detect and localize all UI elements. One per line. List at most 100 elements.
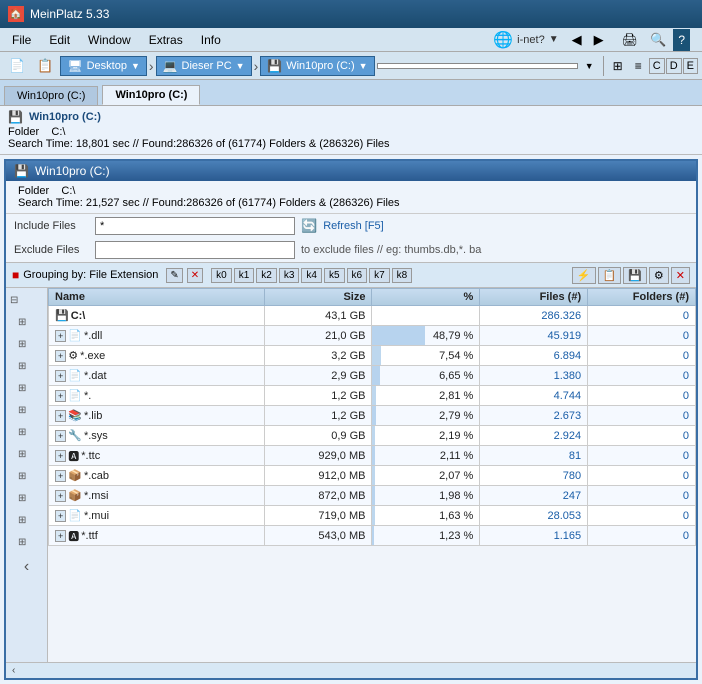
num-k1[interactable]: k1 <box>234 268 255 283</box>
toolbar-icon1[interactable]: 📄 <box>4 55 30 77</box>
num-k8[interactable]: k8 <box>392 268 413 283</box>
tab-1[interactable]: Win10pro (C:) <box>4 86 98 105</box>
menu-edit[interactable]: Edit <box>41 31 78 49</box>
num-k4[interactable]: k4 <box>301 268 322 283</box>
refresh-button[interactable]: Refresh [F5] <box>323 220 384 232</box>
left-pane-scroll-left[interactable]: ‹ <box>6 554 47 580</box>
grouping-clear-btn[interactable]: ✕ <box>187 268 203 283</box>
tree-expand-3[interactable]: ⊞ <box>18 361 26 372</box>
tree-expand-1[interactable]: ⊞ <box>18 317 26 328</box>
cell-files: 247 <box>480 486 588 506</box>
bottom-scrollbar[interactable]: ‹ <box>6 662 696 678</box>
tree-expand-5[interactable]: ⊞ <box>18 405 26 416</box>
menu-info[interactable]: Info <box>193 31 229 49</box>
table-row[interactable]: +📦*.cab912,0 MB2,07 %7800 <box>49 466 696 486</box>
table-row[interactable]: +📄*.mui719,0 MB1,63 %28.0530 <box>49 506 696 526</box>
drive-c-label[interactable]: C <box>649 58 665 74</box>
toolbar-zoom[interactable]: 🔍 <box>645 29 671 51</box>
menu-extras[interactable]: Extras <box>141 31 191 49</box>
view-btn1[interactable]: ⊞ <box>608 56 628 76</box>
tree-expand-4[interactable]: ⊞ <box>18 383 26 394</box>
cell-files: 2.673 <box>480 406 588 426</box>
menu-file[interactable]: File <box>4 31 39 49</box>
num-k6[interactable]: k6 <box>347 268 368 283</box>
cell-size: 21,0 GB <box>264 326 372 346</box>
col-files[interactable]: Files (#) <box>480 289 588 306</box>
table-row[interactable]: +📦*.msi872,0 MB1,98 %2470 <box>49 486 696 506</box>
exclude-input[interactable] <box>95 241 295 259</box>
num-k2[interactable]: k2 <box>256 268 277 283</box>
table-row[interactable]: +📄*.dll21,0 GB48,79 %45.9190 <box>49 326 696 346</box>
table-row[interactable]: +📄*.1,2 GB2,81 %4.7440 <box>49 386 696 406</box>
toolbar-back[interactable]: ◀ <box>567 29 587 51</box>
toolbar-forward[interactable]: ▶ <box>589 29 609 51</box>
dieser-pc-arrow: ▼ <box>236 61 245 71</box>
cell-files: 780 <box>480 466 588 486</box>
action-btn-2[interactable]: 📋 <box>598 267 622 284</box>
num-k5[interactable]: k5 <box>324 268 345 283</box>
tree-expand-10[interactable]: ⊞ <box>18 515 26 526</box>
table-row[interactable]: +⚙*.exe3,2 GB7,54 %6.8940 <box>49 346 696 366</box>
tree-expand-6[interactable]: ⊞ <box>18 427 26 438</box>
table-row[interactable]: +📚*.lib1,2 GB2,79 %2.6730 <box>49 406 696 426</box>
inet-dropdown[interactable]: ▼ <box>549 34 559 45</box>
address-toolbar: 📄 📋 🖥 Desktop ▼ › 💻 Dieser PC ▼ › 💾 Win1… <box>0 52 702 80</box>
col-size[interactable]: Size <box>264 289 372 306</box>
cell-size: 2,9 GB <box>264 366 372 386</box>
num-k7[interactable]: k7 <box>369 268 390 283</box>
table-row[interactable]: +🅰*.ttf543,0 MB1,23 %1.1650 <box>49 526 696 546</box>
tree-row-6: ⊞ <box>8 422 45 442</box>
toolbar-print[interactable]: 🖨 <box>617 29 644 51</box>
table-row[interactable]: +📄*.dat2,9 GB6,65 %1.3800 <box>49 366 696 386</box>
tree-expand-7[interactable]: ⊞ <box>18 449 26 460</box>
action-btn-1[interactable]: ⚡ <box>572 267 596 284</box>
exclude-label: Exclude Files <box>14 244 89 256</box>
cell-name: +🔧*.sys <box>49 426 265 446</box>
tree-expand-2[interactable]: ⊞ <box>18 339 26 350</box>
cell-folders: 0 <box>588 426 696 446</box>
dieser-pc-dropdown[interactable]: 💻 Dieser PC ▼ <box>156 56 252 76</box>
tree-row-11: ⊞ <box>8 532 45 552</box>
cell-files: 81 <box>480 446 588 466</box>
tree-expand-11[interactable]: ⊞ <box>18 537 26 548</box>
num-k3[interactable]: k3 <box>279 268 300 283</box>
tree-row-8: ⊞ <box>8 466 45 486</box>
outer-info-panel: 💾 Win10pro (C:) Folder C:\ Search Time: … <box>0 106 702 155</box>
cell-pct: 7,54 % <box>372 346 480 366</box>
desktop-dropdown[interactable]: 🖥 Desktop ▼ <box>60 56 147 76</box>
cell-size: 719,0 MB <box>264 506 372 526</box>
tab-2[interactable]: Win10pro (C:) <box>102 85 200 105</box>
path-dropdown-arrow[interactable]: ▼ <box>580 58 599 74</box>
file-table[interactable]: Name Size % Files (#) Folders (#) 💾C:\43… <box>48 288 696 662</box>
col-name[interactable]: Name <box>49 289 265 306</box>
toolbar-help[interactable]: ? <box>673 29 690 51</box>
cell-name: +🅰*.ttf <box>49 526 265 546</box>
cell-pct <box>372 306 480 326</box>
include-input[interactable] <box>95 217 295 235</box>
table-row[interactable]: +🔧*.sys0,9 GB2,19 %2.9240 <box>49 426 696 446</box>
col-folders[interactable]: Folders (#) <box>588 289 696 306</box>
toolbar-icon2[interactable]: 📋 <box>32 55 58 77</box>
drive-d-label[interactable]: D <box>666 58 682 74</box>
table-row[interactable]: 💾C:\43,1 GB286.3260 <box>49 306 696 326</box>
num-k0[interactable]: k0 <box>211 268 232 283</box>
path-box[interactable] <box>377 63 578 69</box>
tree-expand-root[interactable]: ⊟ <box>10 295 18 306</box>
cell-files: 1.165 <box>480 526 588 546</box>
action-btn-5[interactable]: ✕ <box>671 267 690 284</box>
col-pct[interactable]: % <box>372 289 480 306</box>
tree-expand-9[interactable]: ⊞ <box>18 493 26 504</box>
cell-folders: 0 <box>588 326 696 346</box>
drive-dropdown[interactable]: 💾 Win10pro (C:) ▼ <box>260 56 374 76</box>
grouping-edit-btn[interactable]: ✎ <box>166 268 182 283</box>
cell-files: 45.919 <box>480 326 588 346</box>
grouping-icon: ■ <box>12 268 19 282</box>
view-btn2[interactable]: ≡ <box>630 56 647 76</box>
tree-expand-8[interactable]: ⊞ <box>18 471 26 482</box>
menu-window[interactable]: Window <box>80 31 139 49</box>
action-btn-3[interactable]: 💾 <box>623 267 647 284</box>
table-row[interactable]: +🅰*.ttc929,0 MB2,11 %810 <box>49 446 696 466</box>
drive-e-label[interactable]: E <box>683 58 698 74</box>
action-btn-4[interactable]: ⚙ <box>649 267 669 284</box>
scroll-left-arrow[interactable]: ‹ <box>6 665 21 676</box>
